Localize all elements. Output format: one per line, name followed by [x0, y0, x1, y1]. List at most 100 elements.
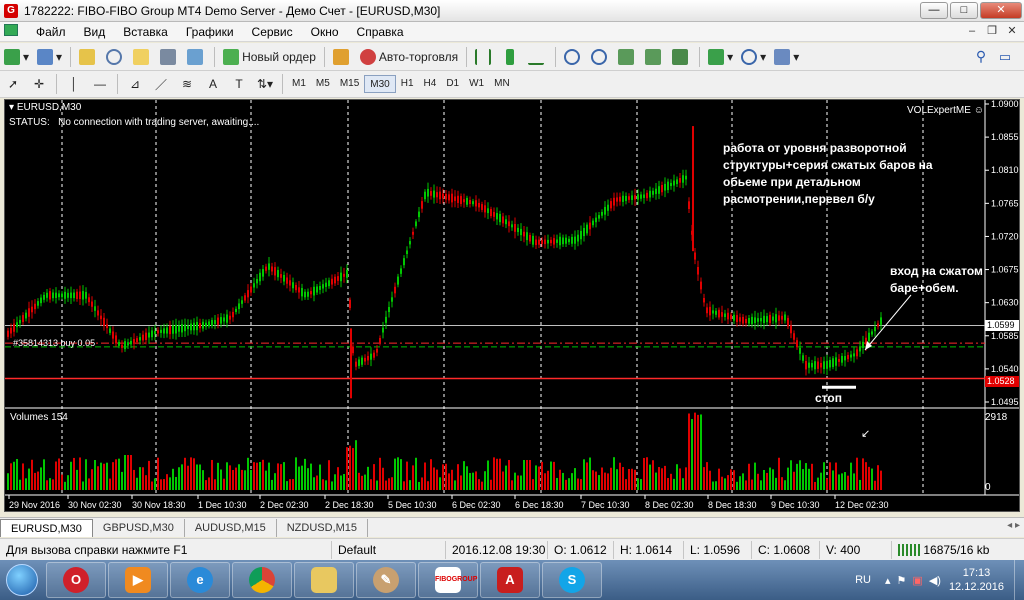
- terminal-button[interactable]: [158, 46, 181, 68]
- taskbar-pdf[interactable]: A: [480, 562, 540, 598]
- navigator-button[interactable]: [131, 46, 154, 68]
- taskbar-chrome[interactable]: [232, 562, 292, 598]
- taskbar-ie[interactable]: e: [170, 562, 230, 598]
- mdi-minimize-button[interactable]: –: [964, 23, 980, 39]
- close-button[interactable]: ✕: [980, 2, 1022, 19]
- fibo-button[interactable]: ≋: [176, 73, 198, 95]
- maximize-button[interactable]: □: [950, 2, 978, 19]
- candle-body: [73, 292, 75, 299]
- profiles-icon: [37, 48, 54, 65]
- zoom-in-button[interactable]: [562, 46, 585, 68]
- crosshair-button[interactable]: ✛: [28, 73, 50, 95]
- tf-w1[interactable]: W1: [464, 75, 489, 93]
- tf-h4[interactable]: H4: [419, 75, 442, 93]
- metaeditor-button[interactable]: [331, 46, 354, 68]
- menu-charts[interactable]: Графики: [177, 25, 243, 39]
- fibogroup-icon: FIBOGROUP: [435, 567, 477, 593]
- tf-m15[interactable]: M15: [335, 75, 364, 93]
- label-button[interactable]: T: [228, 73, 250, 95]
- search-button[interactable]: ⚲: [970, 46, 992, 68]
- tf-mn[interactable]: MN: [489, 75, 515, 93]
- tab-eurusd-m30[interactable]: EURUSD,M30: [0, 519, 93, 537]
- tester-button[interactable]: [185, 46, 208, 68]
- menu-insert[interactable]: Вставка: [114, 25, 177, 39]
- candle-body: [217, 317, 219, 325]
- bar-chart-button[interactable]: [473, 46, 496, 68]
- candle-body: [478, 202, 480, 208]
- market-watch-icon: [79, 48, 96, 65]
- mdi-close-button[interactable]: ✕: [1004, 23, 1020, 39]
- tab-scroll-arrows[interactable]: ◂ ▸: [1007, 520, 1020, 531]
- standard-toolbar: ▾ ▾ Новый ордер Авто-торговля ▾ ▾ ▾ ⚲ ▭: [0, 43, 1024, 71]
- tf-m30[interactable]: M30: [364, 75, 396, 93]
- auto-scroll-button[interactable]: [643, 46, 666, 68]
- taskbar-opera[interactable]: O: [46, 562, 106, 598]
- mdi-app-icon[interactable]: [0, 24, 27, 39]
- tray-expand-icon[interactable]: ▴: [885, 574, 891, 587]
- candle-body: [766, 316, 768, 323]
- tab-nzdusd-m15[interactable]: NZDUSD,M15: [277, 519, 369, 537]
- vertical-line-button[interactable]: │: [63, 73, 85, 95]
- arrows-button[interactable]: ⇅▾: [254, 73, 276, 95]
- action-center-icon[interactable]: ⚑: [897, 574, 907, 587]
- line-chart-button[interactable]: [526, 46, 549, 68]
- candle-body: [712, 310, 714, 314]
- chart-shift-button[interactable]: [670, 46, 693, 68]
- autotrading-button[interactable]: Авто-торговля: [358, 46, 460, 68]
- taskbar-skype[interactable]: S: [542, 562, 602, 598]
- mdi-restore-button[interactable]: ❐: [984, 23, 1000, 39]
- taskbar-media-player[interactable]: ▶: [108, 562, 168, 598]
- tf-m5[interactable]: M5: [311, 75, 335, 93]
- chat-button[interactable]: ▭: [994, 46, 1016, 68]
- show-desktop-button[interactable]: [1014, 560, 1024, 600]
- text-button[interactable]: A: [202, 73, 224, 95]
- candlestick-button[interactable]: [500, 46, 522, 68]
- zoom-out-button[interactable]: [589, 46, 612, 68]
- volume-icon[interactable]: ◀): [929, 574, 941, 587]
- menu-help[interactable]: Справка: [348, 25, 413, 39]
- menu-tools[interactable]: Сервис: [243, 25, 302, 39]
- chart-window[interactable]: 1.0900 1.0855 1.0810 1.0765 1.0720 1.0675 1.06…: [4, 99, 1020, 512]
- new-order-button[interactable]: Новый ордер: [221, 46, 318, 68]
- taskbar-explorer[interactable]: [294, 562, 354, 598]
- tile-windows-button[interactable]: [616, 46, 639, 68]
- menu-view[interactable]: Вид: [75, 25, 115, 39]
- profiles-button[interactable]: ▾: [35, 46, 64, 68]
- market-watch-button[interactable]: [77, 46, 100, 68]
- clock[interactable]: 17:13 12.12.2016: [949, 566, 1004, 594]
- taskbar-fibogroup[interactable]: FIBOGROUP: [418, 562, 478, 598]
- channel-button[interactable]: ⊿: [124, 73, 146, 95]
- new-chart-button[interactable]: ▾: [2, 46, 31, 68]
- periods-button[interactable]: ▾: [739, 46, 768, 68]
- candle-body: [604, 206, 606, 215]
- start-button[interactable]: [0, 561, 44, 599]
- candle-body: [424, 191, 426, 200]
- templates-button[interactable]: ▾: [772, 46, 801, 68]
- candle-body: [304, 291, 306, 298]
- candle-body: [160, 329, 162, 333]
- language-indicator[interactable]: RU: [855, 574, 871, 586]
- menu-window[interactable]: Окно: [302, 25, 348, 39]
- tf-h1[interactable]: H1: [396, 75, 419, 93]
- candle-body: [715, 310, 717, 315]
- taskbar-paint[interactable]: ✎: [356, 562, 416, 598]
- indicators-button[interactable]: ▾: [706, 46, 735, 68]
- skype-icon: S: [559, 567, 585, 593]
- tf-m1[interactable]: M1: [287, 75, 311, 93]
- candle-body: [856, 349, 858, 357]
- candle-body: [325, 282, 327, 287]
- candle-body: [40, 297, 42, 304]
- tab-audusd-m15[interactable]: AUDUSD,M15: [185, 519, 277, 537]
- tab-gbpusd-m30[interactable]: GBPUSD,M30: [93, 519, 185, 537]
- minimize-button[interactable]: —: [920, 2, 948, 19]
- data-window-button[interactable]: [104, 46, 127, 68]
- candle-body: [874, 326, 876, 332]
- network-icon[interactable]: ▣: [912, 574, 922, 587]
- candle-body: [319, 286, 321, 290]
- crosshair-tool-icon: ✛: [33, 77, 45, 91]
- cursor-button[interactable]: ➚: [2, 73, 24, 95]
- menu-file[interactable]: Файл: [27, 25, 75, 39]
- trendline-button[interactable]: ／: [150, 73, 172, 95]
- horizontal-line-button[interactable]: —: [89, 73, 111, 95]
- tf-d1[interactable]: D1: [441, 75, 464, 93]
